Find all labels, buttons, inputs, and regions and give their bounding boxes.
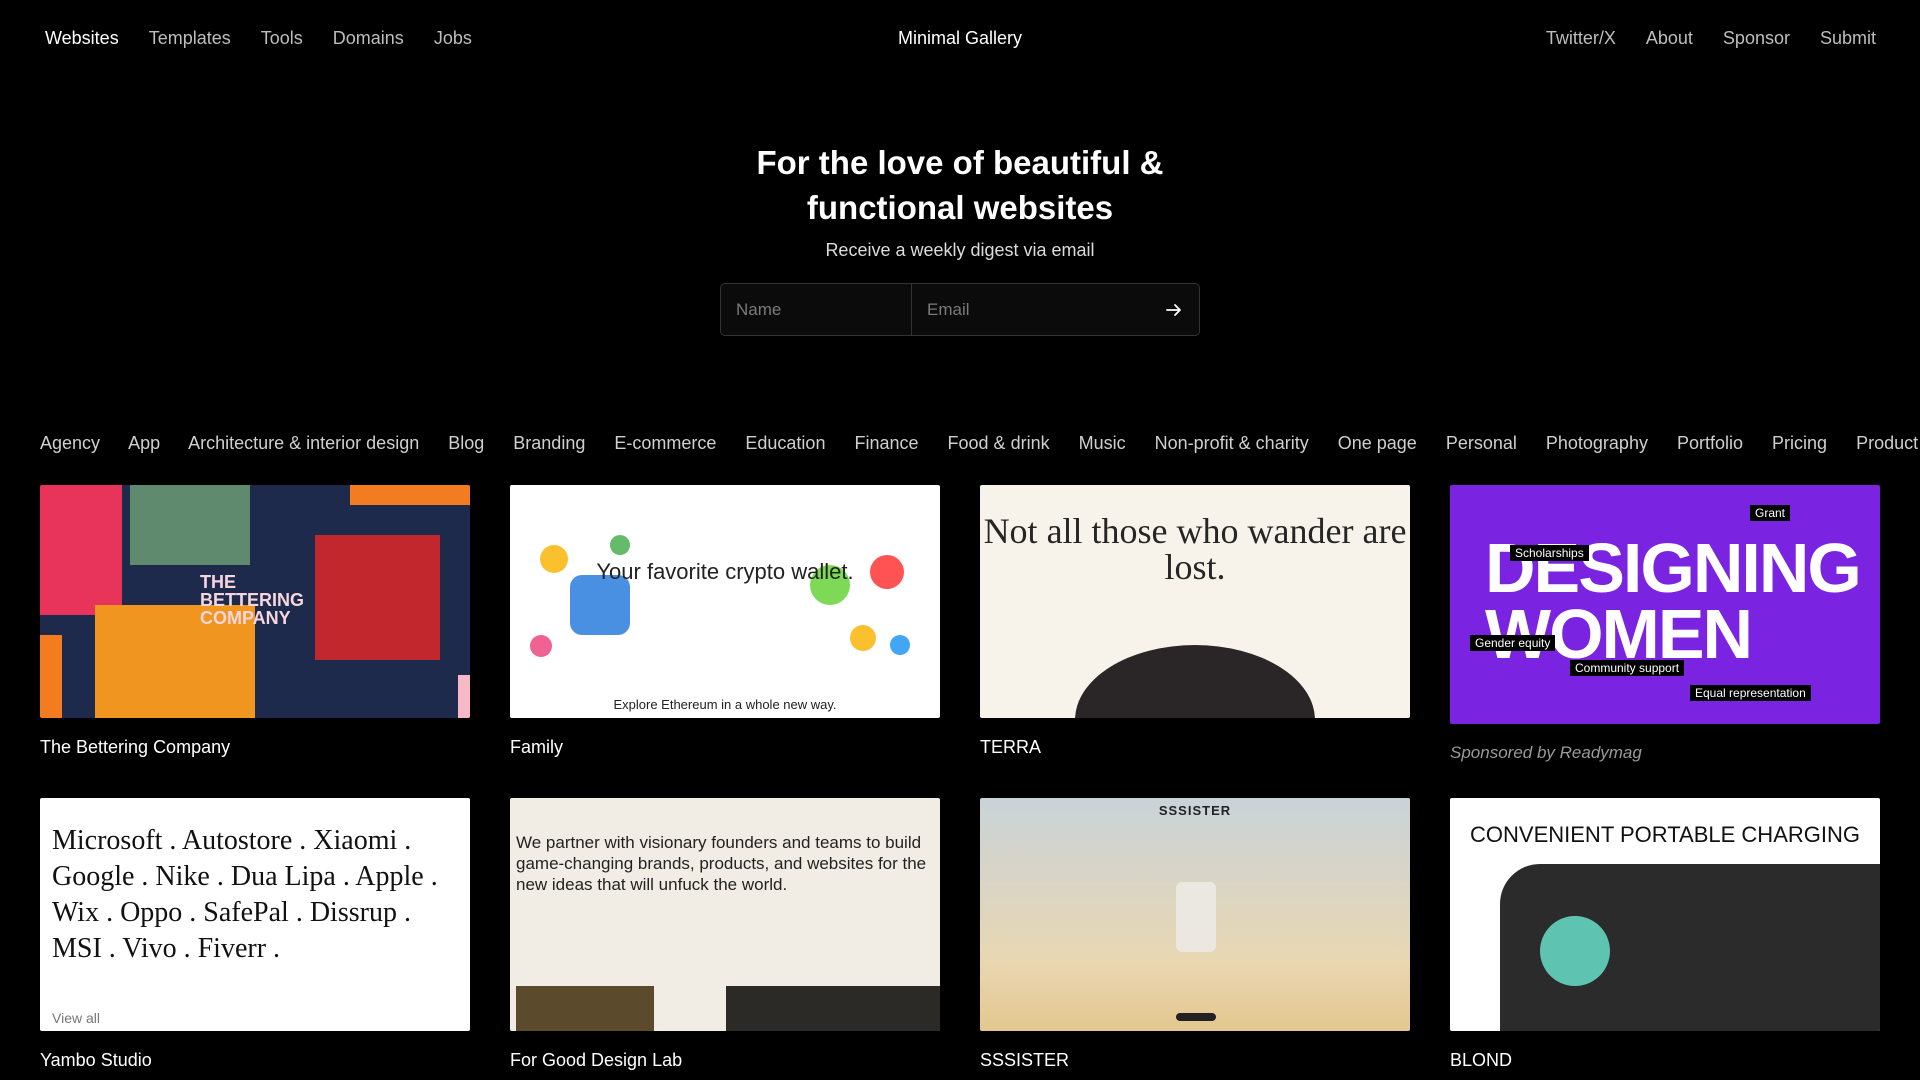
thumbnail-heading: Not all those who wander are lost. (983, 511, 1407, 587)
email-input[interactable]: Email (912, 284, 1149, 335)
tag-grant: Grant (1750, 505, 1791, 521)
nav-twitter[interactable]: Twitter/X (1546, 28, 1616, 49)
category-app[interactable]: App (128, 433, 160, 453)
category-portfolio[interactable]: Portfolio (1677, 433, 1743, 453)
nav-submit[interactable]: Submit (1820, 28, 1876, 49)
arrow-right-icon (1166, 303, 1181, 316)
category-photography[interactable]: Photography (1546, 433, 1648, 453)
category-branding[interactable]: Branding (513, 433, 585, 453)
category-food-drink[interactable]: Food & drink (948, 433, 1050, 453)
site-thumbnail[interactable]: Not all those who wander are lost. (980, 485, 1410, 718)
thumbnail-heading: CONVENIENT PORTABLE CHARGING (1470, 822, 1860, 847)
site-title[interactable]: Family (510, 737, 940, 758)
tag-community-support: Community support (1570, 660, 1685, 676)
site-card-sssister[interactable]: SSSISTER SSSISTER (980, 798, 1410, 1071)
hero-title-line2: functional websites (806, 189, 1114, 226)
tag-scholarships: Scholarships (1510, 545, 1589, 561)
site-card-bettering[interactable]: THE BETTERING COMPANY The Bettering Comp… (40, 485, 470, 758)
site-card-for-good[interactable]: We partner with visionary founders and t… (510, 798, 940, 1071)
category-one-page[interactable]: One page (1338, 433, 1417, 453)
site-card-blond[interactable]: CONVENIENT PORTABLE CHARGING BLOND (1450, 798, 1880, 1071)
hero-title-line1: For the love of beautiful & (756, 144, 1164, 181)
category-music[interactable]: Music (1079, 433, 1126, 453)
sponsored-card-readymag[interactable]: DESIGNING WOMEN Grant Scholarships Gende… (1450, 485, 1880, 763)
category-architecture[interactable]: Architecture & interior design (188, 433, 419, 453)
nav-about[interactable]: About (1646, 28, 1693, 49)
category-education[interactable]: Education (745, 433, 825, 453)
category-finance[interactable]: Finance (854, 433, 918, 453)
category-ecommerce[interactable]: E-commerce (614, 433, 716, 453)
site-title[interactable]: The Bettering Company (40, 737, 470, 758)
nav-sponsor[interactable]: Sponsor (1723, 28, 1790, 49)
category-product[interactable]: Product (1856, 433, 1918, 453)
view-all-link: View all (52, 1010, 100, 1026)
site-thumbnail[interactable]: Your favorite crypto wallet. Explore Eth… (510, 485, 940, 718)
site-thumbnail[interactable]: CONVENIENT PORTABLE CHARGING (1450, 798, 1880, 1031)
newsletter-form: Name Email (720, 283, 1200, 336)
category-agency[interactable]: Agency (40, 433, 100, 453)
site-title[interactable]: BLOND (1450, 1050, 1880, 1071)
thumbnail-heading: Your favorite crypto wallet. (596, 559, 854, 584)
category-nonprofit[interactable]: Non-profit & charity (1155, 433, 1309, 453)
site-thumbnail[interactable]: Microsoft . Autostore . Xiaomi . Google … (40, 798, 470, 1031)
tag-equal-representation: Equal representation (1690, 685, 1811, 701)
thumbnail-text: We partner with visionary founders and t… (516, 833, 927, 894)
category-blog[interactable]: Blog (448, 433, 484, 453)
thumbnail-footer: Explore Ethereum in a whole new way. (613, 697, 837, 712)
tag-gender-equity: Gender equity (1470, 635, 1556, 651)
site-title[interactable]: TERRA (980, 737, 1410, 758)
hero-subtitle: Receive a weekly digest via email (825, 240, 1095, 260)
thumbnail-text: THE BETTERING COMPANY (200, 572, 305, 628)
site-thumbnail[interactable]: THE BETTERING COMPANY (40, 485, 470, 718)
site-title[interactable]: Yambo Studio (40, 1050, 470, 1071)
category-pricing[interactable]: Pricing (1772, 433, 1827, 453)
site-thumbnail[interactable]: SSSISTER (980, 798, 1410, 1031)
site-title[interactable]: For Good Design Lab (510, 1050, 940, 1071)
hero-title: For the love of beautiful & functional w… (0, 140, 1920, 230)
sponsored-label[interactable]: Sponsored by Readymag (1450, 743, 1880, 763)
site-card-family[interactable]: Your favorite crypto wallet. Explore Eth… (510, 485, 940, 758)
nav-right: Twitter/X About Sponsor Submit (1546, 28, 1876, 49)
site-card-terra[interactable]: Not all those who wander are lost. TERRA (980, 485, 1410, 758)
site-title[interactable]: SSSISTER (980, 1050, 1410, 1071)
category-personal[interactable]: Personal (1446, 433, 1517, 453)
site-card-yambo[interactable]: Microsoft . Autostore . Xiaomi . Google … (40, 798, 470, 1071)
category-bar: Agency App Architecture & interior desig… (40, 433, 1920, 454)
site-thumbnail[interactable]: We partner with visionary founders and t… (510, 798, 940, 1031)
thumbnail-text: Microsoft . Autostore . Xiaomi . Google … (52, 825, 438, 964)
name-input[interactable]: Name (721, 284, 912, 335)
thumbnail-logo: SSSISTER (1158, 803, 1232, 818)
sponsored-thumbnail[interactable]: DESIGNING WOMEN Grant Scholarships Gende… (1450, 485, 1880, 724)
submit-button[interactable] (1149, 284, 1199, 335)
top-nav: Websites Templates Tools Domains Jobs Mi… (0, 0, 1920, 80)
